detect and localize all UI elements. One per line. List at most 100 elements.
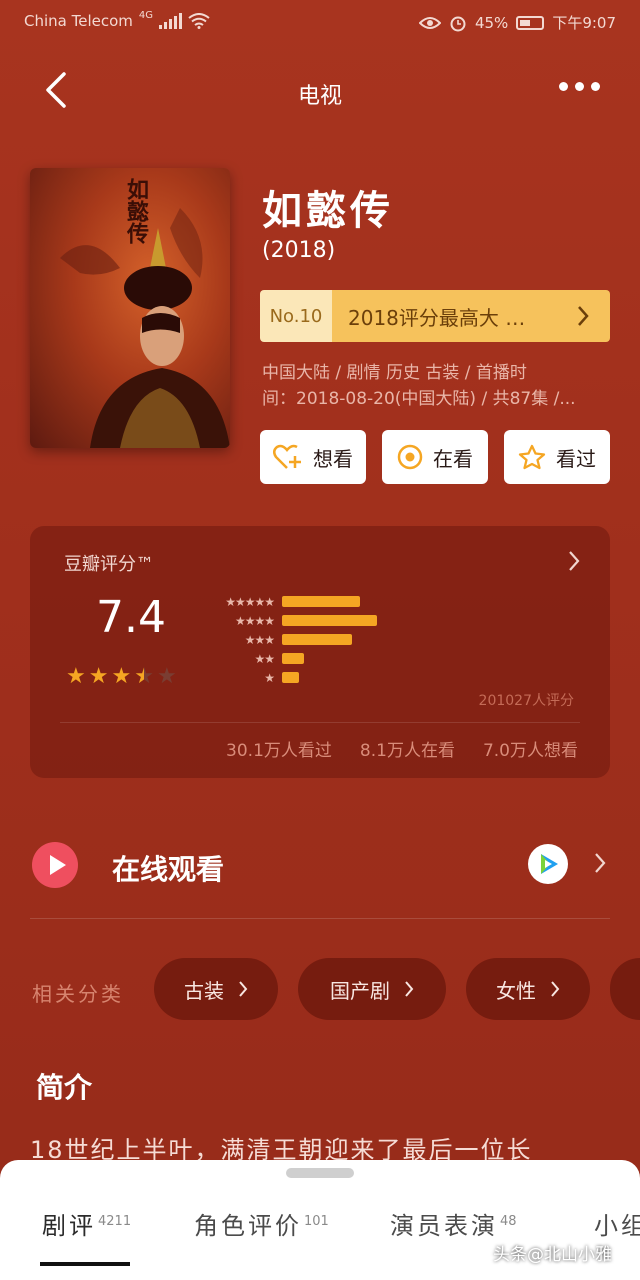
chevron-right-icon bbox=[569, 551, 580, 571]
meta-line: 中国大陆 / 剧情 历史 古装 / 首播时 bbox=[262, 363, 527, 383]
rank-text: 2018评分最高大 … bbox=[348, 305, 526, 330]
related-categories: 相关分类 古装 国产剧 女性 bbox=[0, 958, 640, 1024]
chip-label: 女性 bbox=[496, 978, 536, 1003]
tab-groups[interactable]: 小组 bbox=[594, 1206, 640, 1241]
distribution-row: ★★ bbox=[210, 649, 562, 668]
tab-label: 演员表演 bbox=[390, 1212, 498, 1240]
chevron-right-icon bbox=[551, 981, 560, 997]
category-chip[interactable]: 国产剧 bbox=[298, 958, 446, 1020]
distribution-stars: ★★★ bbox=[244, 632, 275, 647]
watching-count: 8.1万人在看 bbox=[359, 741, 455, 761]
distribution-bar bbox=[282, 653, 305, 664]
rating-label: 豆瓣评分™ bbox=[64, 554, 154, 575]
tab-character-reviews[interactable]: 角色评价 101 bbox=[194, 1206, 329, 1241]
bottom-sheet: 剧评 4211 角色评价 101 演员表演 48 小组 头条@北山小雅 bbox=[0, 1160, 640, 1280]
distribution-bar bbox=[282, 615, 378, 626]
watching-button[interactable]: 在看 bbox=[382, 430, 488, 484]
watched-count: 30.1万人看过 bbox=[226, 741, 332, 761]
tab-label: 剧评 bbox=[42, 1212, 96, 1240]
page-title: 电视 bbox=[297, 84, 342, 109]
distribution-bar bbox=[282, 672, 299, 683]
tab-acting[interactable]: 演员表演 48 bbox=[390, 1206, 517, 1241]
distribution-stars: ★★★★★ bbox=[225, 594, 275, 609]
watermark: 头条@北山小雅 bbox=[493, 1245, 612, 1265]
more-options-icon[interactable] bbox=[559, 82, 600, 91]
watched-label: 看过 bbox=[556, 446, 596, 471]
distribution-stars: ★ bbox=[264, 670, 275, 685]
divider bbox=[60, 722, 580, 723]
chevron-right-icon bbox=[595, 853, 606, 873]
distribution-stars: ★★★★ bbox=[234, 613, 275, 628]
poster-title: 如懿传 bbox=[123, 178, 149, 244]
tab-count: 101 bbox=[304, 1214, 329, 1229]
tencent-video-icon bbox=[528, 844, 568, 884]
drag-handle[interactable] bbox=[286, 1168, 354, 1178]
distribution-bar bbox=[282, 596, 361, 607]
douban-rating-card[interactable]: 豆瓣评分™ 7.4 ★ ★ ★ ★ ★ ★★★★★ ★★★★ ★★★ ★★ ★ 201027人评… bbox=[30, 526, 610, 778]
battery-icon bbox=[516, 15, 545, 30]
related-label: 相关分类 bbox=[32, 982, 124, 1006]
rating-star: ★ bbox=[134, 664, 154, 689]
tab-label: 角色评价 bbox=[194, 1212, 302, 1240]
show-poster[interactable]: 如懿传 bbox=[30, 168, 230, 448]
heart-plus-icon bbox=[273, 444, 301, 469]
rating-stats: 30.1万人看过 8.1万人在看 7.0万人想看 bbox=[226, 736, 578, 761]
active-tab-indicator bbox=[40, 1262, 130, 1266]
want-label: 想看 bbox=[313, 446, 353, 471]
distribution-row: ★★★★ bbox=[210, 611, 562, 630]
clock: 下午9:07 bbox=[552, 14, 616, 32]
battery-percent: 45% bbox=[474, 13, 509, 32]
online-watch-label: 在线观看 bbox=[112, 853, 225, 886]
intro-heading: 简介 bbox=[36, 1071, 93, 1104]
signal-icon bbox=[159, 13, 183, 29]
network-type: 4G bbox=[138, 9, 154, 21]
chevron-right-icon bbox=[239, 981, 248, 997]
distribution-row: ★★★★★ bbox=[210, 592, 562, 611]
top-nav: 电视 bbox=[0, 60, 640, 124]
want-count: 7.0万人想看 bbox=[482, 741, 578, 761]
action-buttons: 想看 在看 看过 bbox=[260, 430, 610, 484]
distribution-row: ★★★ bbox=[210, 630, 562, 649]
tab-count: 4211 bbox=[98, 1214, 132, 1229]
online-watch-row[interactable]: 在线观看 bbox=[0, 830, 640, 900]
watched-button[interactable]: 看过 bbox=[504, 430, 610, 484]
show-year: (2018) bbox=[262, 238, 336, 263]
rating-stars: ★ ★ ★ ★ ★ bbox=[66, 664, 177, 689]
alarm-icon bbox=[450, 16, 466, 31]
chevron-right-icon bbox=[578, 306, 589, 326]
want-to-watch-button[interactable]: 想看 bbox=[260, 430, 366, 484]
star-outline-icon bbox=[518, 444, 546, 470]
rating-distribution: ★★★★★ ★★★★ ★★★ ★★ ★ bbox=[210, 592, 562, 687]
status-bar: China Telecom 4G 45% 下午9:07 bbox=[0, 0, 640, 44]
rating-count: 201027人评分 bbox=[478, 693, 574, 709]
play-icon bbox=[32, 842, 78, 888]
show-meta[interactable]: 中国大陆 / 剧情 历史 古装 / 首播时 间：2018-08-20(中国大陆)… bbox=[262, 360, 607, 412]
target-icon bbox=[397, 444, 423, 470]
carrier-name: China Telecom bbox=[24, 12, 133, 30]
distribution-stars: ★★ bbox=[254, 651, 275, 666]
tab-reviews[interactable]: 剧评 4211 bbox=[42, 1206, 131, 1241]
watching-label: 在看 bbox=[433, 446, 473, 471]
eye-icon bbox=[418, 16, 441, 29]
wifi-icon bbox=[188, 13, 210, 29]
chevron-right-icon bbox=[405, 981, 414, 997]
ranking-banner[interactable]: No.10 2018评分最高大 … bbox=[260, 290, 610, 342]
rank-number: No.10 bbox=[260, 290, 332, 342]
chip-label: 古装 bbox=[184, 978, 224, 1003]
rating-star: ★ bbox=[156, 664, 177, 689]
distribution-row: ★ bbox=[210, 668, 562, 687]
chip-label: 国产剧 bbox=[330, 978, 390, 1003]
divider bbox=[30, 918, 610, 919]
category-chip[interactable]: 女性 bbox=[466, 958, 590, 1020]
rating-star: ★ bbox=[88, 664, 109, 689]
rating-score: 7.4 bbox=[96, 592, 166, 643]
meta-line: 间：2018-08-20(中国大陆) / 共87集 /... bbox=[262, 389, 576, 409]
distribution-bar bbox=[282, 634, 352, 645]
tab-label: 小组 bbox=[594, 1212, 640, 1240]
rating-star: ★ bbox=[111, 664, 132, 689]
category-chip[interactable] bbox=[610, 958, 640, 1020]
show-title: 如懿传 bbox=[262, 187, 394, 234]
category-chip[interactable]: 古装 bbox=[154, 958, 278, 1020]
tab-count: 48 bbox=[500, 1214, 517, 1229]
rating-star: ★ bbox=[66, 664, 86, 689]
